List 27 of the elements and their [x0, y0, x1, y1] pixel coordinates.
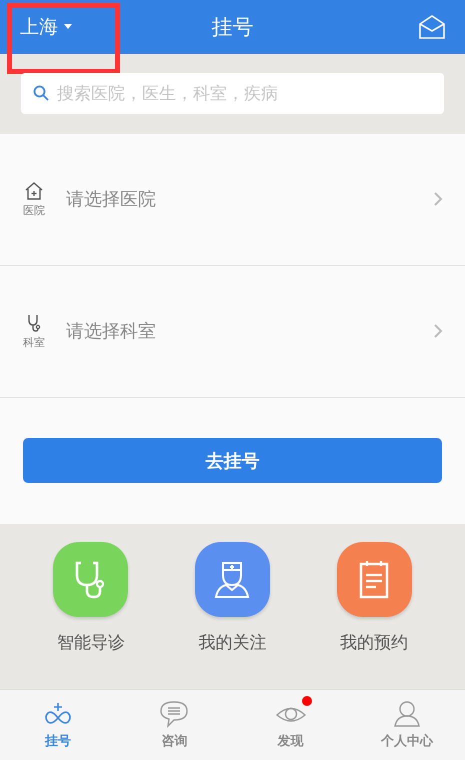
shortcut-label: 我的关注: [198, 632, 266, 654]
shortcut-tile[interactable]: [336, 542, 412, 617]
caret-icon: [64, 24, 72, 30]
tab[interactable]: 个人中心: [348, 690, 465, 760]
tab[interactable]: 发现: [232, 690, 349, 760]
chat-bubble-icon: [159, 700, 190, 728]
chevron-right-icon: [433, 323, 443, 340]
chevron-right-icon: [433, 191, 443, 208]
shortcut-tile[interactable]: [194, 542, 270, 617]
selector-placeholder: 请选择医院: [66, 188, 156, 212]
envelope-icon[interactable]: [419, 14, 445, 39]
person-icon: [392, 700, 422, 728]
shortcut-tile[interactable]: [53, 542, 128, 617]
house-icon: [24, 180, 44, 201]
selector-row[interactable]: 科室 请选择科室: [0, 266, 465, 398]
register-button[interactable]: 去挂号: [23, 438, 442, 484]
page-title: 挂号: [212, 14, 254, 41]
city-selector[interactable]: 上海: [20, 14, 72, 40]
selector-label: 科室: [23, 334, 45, 350]
search-field[interactable]: 搜索医院，医生，科室，疾病: [21, 73, 444, 114]
selector-label: 医院: [23, 202, 45, 218]
shortcut-label: 我的预约: [340, 632, 408, 654]
selector-row[interactable]: 医院 请选择医院: [0, 134, 465, 266]
tab[interactable]: 挂号: [0, 690, 116, 760]
tab[interactable]: 咨询: [116, 690, 232, 760]
shortcut-label: 智能导诊: [56, 632, 125, 654]
selector-placeholder: 请选择科室: [66, 320, 156, 344]
